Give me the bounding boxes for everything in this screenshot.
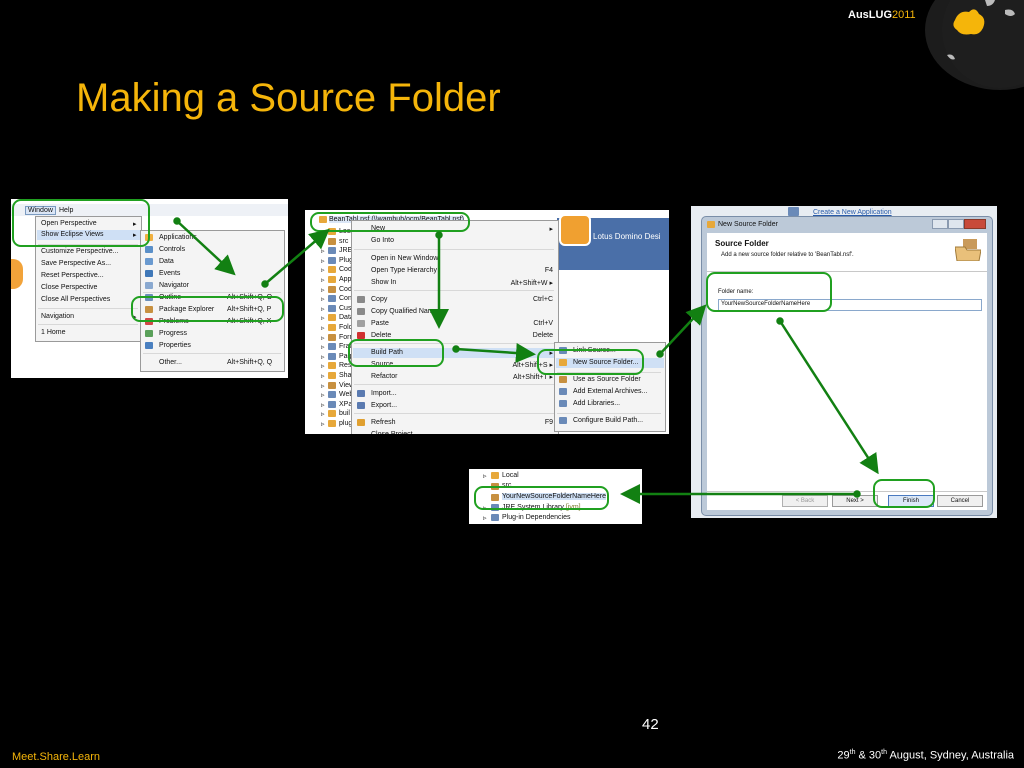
- arrow: [176, 220, 236, 276]
- footer-event-date: 29th & 30th August, Sydney, Australia: [837, 749, 1014, 762]
- footer-day1: 29: [837, 749, 850, 762]
- arrow: [659, 304, 707, 355]
- footer-rest: August, Sydney, Australia: [887, 749, 1014, 762]
- flow-arrows: [173, 217, 879, 504]
- page-number: 42: [642, 716, 659, 733]
- arrow: [778, 320, 879, 475]
- arrow: [455, 343, 536, 363]
- footer-amp: & 30: [855, 749, 882, 762]
- arrow: [264, 228, 330, 285]
- footer-tagline: Meet.Share.Learn: [12, 751, 101, 763]
